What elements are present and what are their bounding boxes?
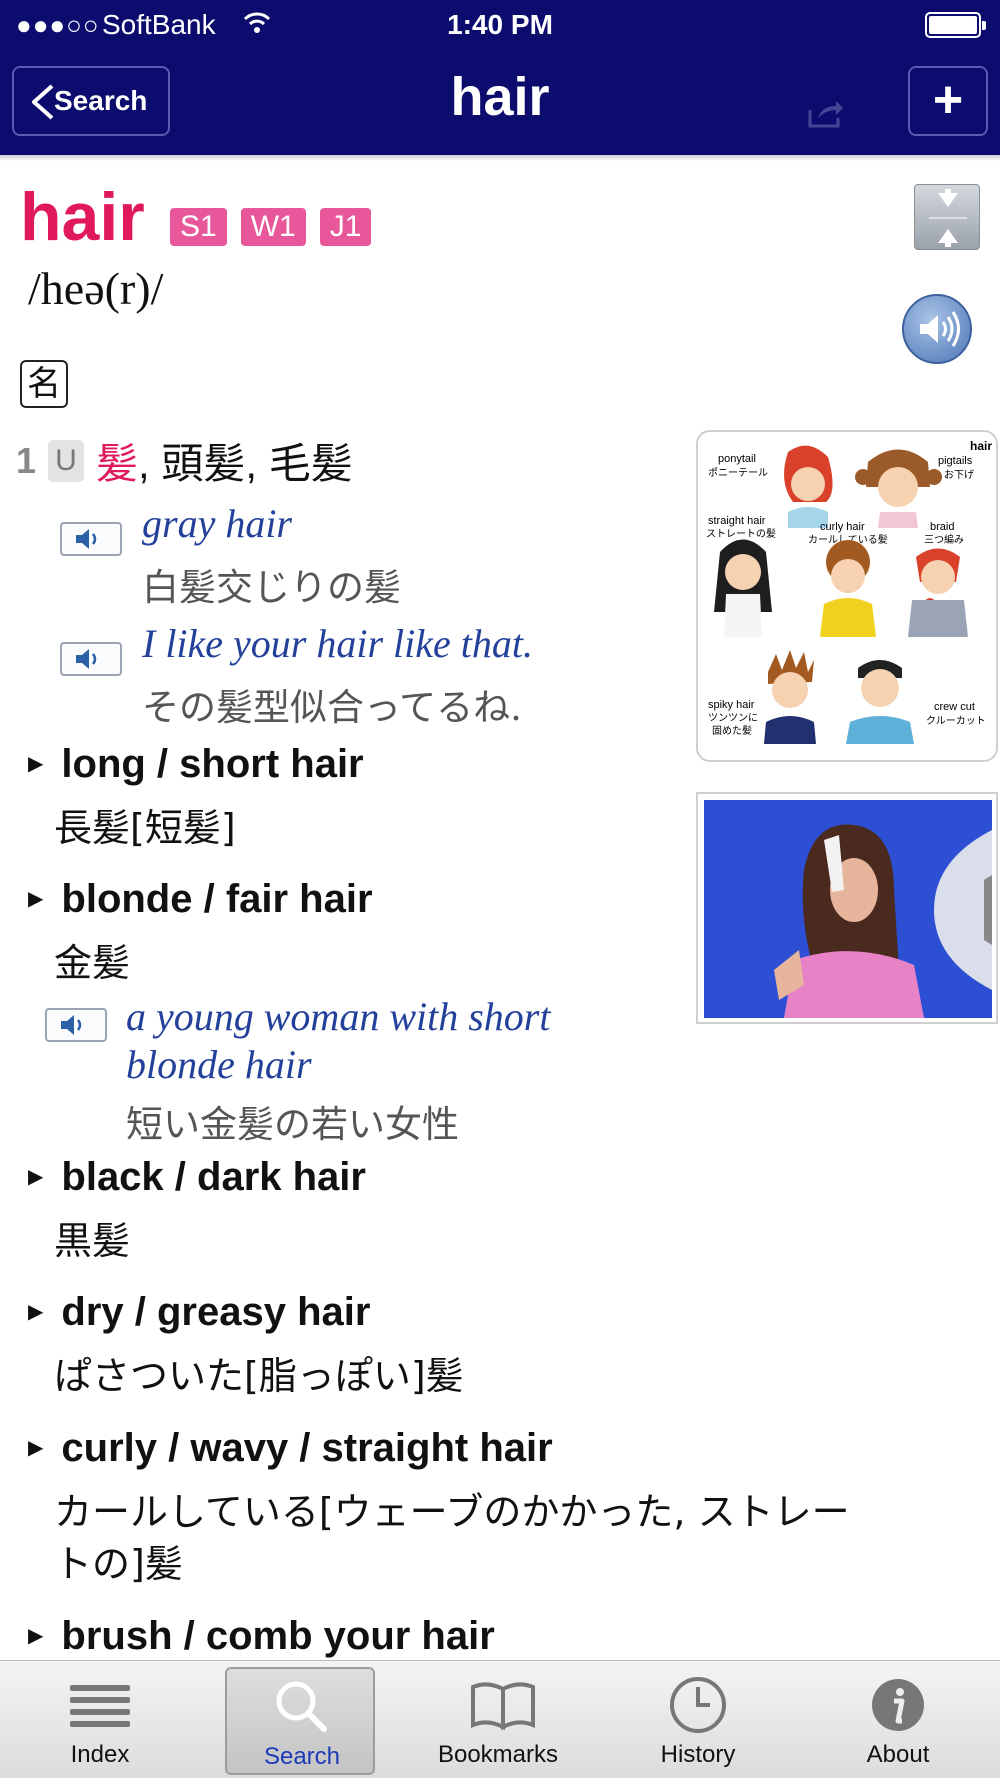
example-english-line2: blonde hair	[126, 1042, 312, 1087]
pronunciation: /heə(r)/	[28, 263, 164, 314]
example-audio-button[interactable]	[60, 522, 122, 556]
tab-label: Index	[70, 1741, 130, 1768]
collocation-phrase: ▶ brush / comb your hair	[28, 1614, 495, 1658]
tab-bookmarks[interactable]: Bookmarks	[423, 1661, 573, 1778]
collocation-translation: 長髪[短髪]	[54, 806, 236, 850]
bullet-triangle-icon: ▶	[28, 1437, 44, 1459]
speaker-icon	[76, 649, 97, 669]
svg-text:三つ編み: 三つ編み	[924, 533, 964, 546]
example-audio-button[interactable]	[45, 1008, 107, 1042]
speaker-icon	[76, 529, 97, 549]
collocation-translation: 黒髪	[54, 1219, 131, 1263]
tab-history[interactable]: History	[623, 1661, 773, 1778]
example-english-line1: a young woman with short	[126, 994, 551, 1039]
bullet-triangle-icon: ▶	[28, 1166, 44, 1188]
bullet-triangle-icon: ▶	[28, 1301, 44, 1323]
svg-text:pigtails: pigtails	[938, 455, 973, 467]
badge-s1: S1	[170, 208, 227, 246]
tab-label: Bookmarks	[437, 1741, 559, 1768]
svg-text:braid: braid	[930, 521, 954, 533]
sense-definition: 髪, 頭髪, 毛髪	[96, 430, 353, 491]
back-button[interactable]: Search	[12, 66, 170, 136]
bullet-triangle-icon: ▶	[28, 1625, 44, 1647]
svg-text:hair: hair	[970, 439, 992, 453]
share-icon[interactable]	[808, 100, 844, 128]
status-time: 1:40 PM	[447, 9, 553, 40]
part-of-speech-label: 名	[20, 360, 68, 408]
definition-highlight: 髪	[96, 440, 139, 487]
magnifier-icon	[276, 1681, 327, 1732]
collocation-phrase: ▶ dry / greasy hair	[28, 1290, 371, 1334]
chevron-left-icon	[32, 84, 54, 120]
back-button-label: Search	[54, 85, 148, 116]
top-bar: ●●●○○ SoftBank 1:40 PM Search hair +	[0, 0, 1000, 155]
book-icon	[471, 1682, 535, 1731]
collapse-arrows-icon	[929, 189, 967, 247]
badge-w1: W1	[240, 208, 306, 246]
svg-text:spiky hair: spiky hair	[708, 699, 755, 711]
badge-j1: J1	[319, 208, 372, 246]
collocation-phrase: ▶ long / short hair	[28, 742, 364, 786]
collocation-translation: ぱさついた[脂っぽい]髪	[54, 1354, 464, 1398]
tab-search[interactable]: Search	[225, 1667, 375, 1775]
collocation-phrase: ▶ black / dark hair	[28, 1155, 366, 1199]
info-icon	[872, 1679, 924, 1731]
speaker-icon	[920, 311, 960, 347]
nav-shadow	[0, 155, 1000, 161]
svg-text:クルーカット: クルーカット	[926, 715, 986, 727]
list-icon	[70, 1685, 130, 1727]
svg-text:ストレートの髪: ストレートの髪	[706, 528, 776, 540]
example-english: I like your hair like that.	[142, 621, 534, 666]
status-bar: ●●●○○ SoftBank 1:40 PM	[0, 0, 1000, 50]
example-japanese: 白髪交じりの髪	[142, 566, 401, 609]
sense-number: 1	[16, 440, 37, 481]
hair-illustration[interactable]: hair ponytail ポニーテール pigtails お下げ straig…	[696, 430, 998, 762]
tab-label: About	[866, 1741, 930, 1768]
tab-index[interactable]: Index	[25, 1661, 175, 1778]
video-thumbnail[interactable]	[696, 792, 998, 1024]
example-audio-button[interactable]	[60, 642, 122, 676]
svg-text:curly hair: curly hair	[820, 521, 865, 533]
countability-badge: U	[48, 440, 84, 482]
clock-icon	[670, 1677, 726, 1733]
bullet-triangle-icon: ▶	[28, 888, 44, 910]
collocation-phrase: ▶ curly / wavy / straight hair	[28, 1426, 553, 1470]
collocation-translation-line2: トの]髪	[54, 1542, 183, 1586]
example-english: gray hair	[142, 501, 292, 546]
video-frame	[704, 800, 992, 1018]
collapse-toggle-button[interactable]	[914, 184, 980, 250]
svg-text:お下げ: お下げ	[944, 469, 974, 481]
collocation-translation: 金髪	[54, 941, 131, 985]
svg-text:ponytail: ponytail	[718, 453, 756, 465]
add-bookmark-button[interactable]: +	[908, 66, 988, 136]
page-title: hair	[450, 67, 550, 127]
frequency-badges: S1 W1 J1	[170, 208, 372, 246]
bullet-triangle-icon: ▶	[28, 753, 44, 775]
svg-text:固めた髪: 固めた髪	[712, 725, 752, 737]
svg-text:straight hair: straight hair	[708, 515, 766, 527]
example-japanese: その髪型似合ってるね.	[142, 686, 522, 729]
speaker-icon	[61, 1015, 82, 1035]
example-japanese: 短い金髪の若い女性	[126, 1103, 459, 1146]
tab-bar: Index Search Bookmarks History About	[0, 1660, 1000, 1778]
collocation-phrase: ▶ blonde / fair hair	[28, 877, 373, 921]
definition-rest: , 頭髪, 毛髪	[138, 440, 353, 487]
headword: hair	[20, 179, 145, 255]
svg-text:ポニーテール: ポニーテール	[708, 467, 768, 479]
tab-about[interactable]: About	[823, 1661, 973, 1778]
tab-label: Search	[263, 1743, 341, 1770]
woman-brushing-hair-image	[704, 800, 992, 1018]
hairstyles-illustration: hair ponytail ポニーテール pigtails お下げ straig…	[706, 439, 992, 744]
battery-icon	[925, 12, 986, 38]
tab-label: History	[660, 1741, 736, 1768]
collocation-translation: カールしている[ウェーブのかかった, ストレー	[54, 1490, 850, 1534]
svg-text:ツンツンに: ツンツンに	[708, 712, 758, 724]
play-pronunciation-button[interactable]	[902, 294, 972, 364]
svg-text:crew cut: crew cut	[934, 701, 975, 713]
